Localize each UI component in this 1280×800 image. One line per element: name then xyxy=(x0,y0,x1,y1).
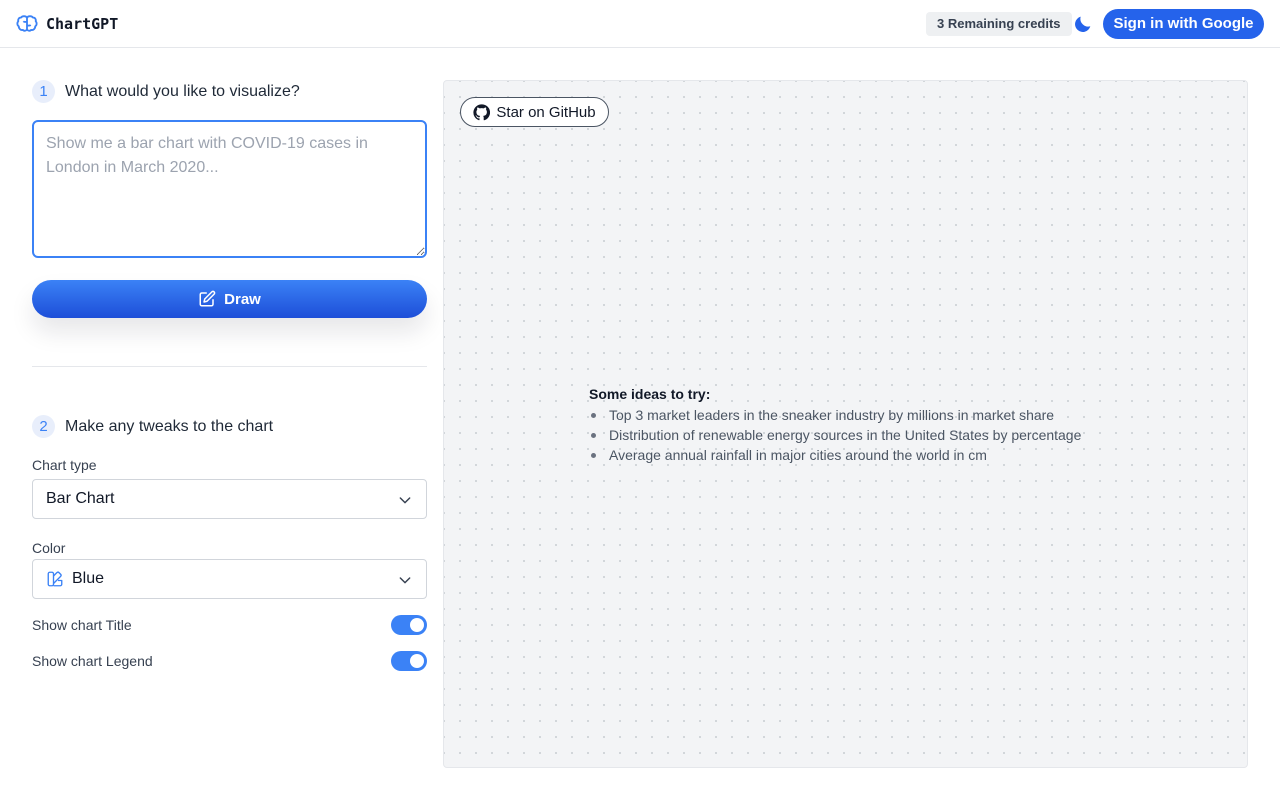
step-title: What would you like to visualize? xyxy=(65,82,300,100)
brain-icon xyxy=(16,13,38,35)
brand[interactable]: ChartGPT xyxy=(16,12,118,36)
brand-name: ChartGPT xyxy=(46,15,119,33)
prompt-input[interactable] xyxy=(32,120,427,258)
github-icon xyxy=(473,103,491,121)
chart-type-select[interactable]: Bar Chart xyxy=(32,479,427,519)
toggle-knob xyxy=(410,654,424,668)
top-bar: ChartGPT 3 Remaining credits Sign in wit… xyxy=(0,0,1280,48)
github-label: Star on GitHub xyxy=(496,103,596,121)
show-title-toggle[interactable] xyxy=(391,615,427,635)
chart-type-value: Bar Chart xyxy=(46,490,115,507)
idea-item[interactable]: Top 3 market leaders in the sneaker indu… xyxy=(589,405,1081,425)
chevron-down-icon xyxy=(397,492,413,508)
step-number: 2 xyxy=(32,415,55,438)
idea-item[interactable]: Average annual rainfall in major cities … xyxy=(589,445,1081,465)
credits-badge: 3 Remaining credits xyxy=(926,12,1072,36)
color-select[interactable]: Blue xyxy=(32,559,427,599)
palette-icon xyxy=(46,570,64,588)
toggle-row-title: Show chart Title xyxy=(32,614,427,636)
ideas-section: Some ideas to try: Top 3 market leaders … xyxy=(589,385,1081,465)
star-on-github-button[interactable]: Star on GitHub xyxy=(460,97,609,127)
draw-button[interactable]: Draw xyxy=(32,280,427,318)
toggle-label: Show chart Title xyxy=(32,617,132,633)
sign-in-google-button[interactable]: Sign in with Google xyxy=(1103,9,1264,39)
section-divider xyxy=(32,366,427,367)
ideas-list: Top 3 market leaders in the sneaker indu… xyxy=(589,405,1081,465)
toggle-label: Show chart Legend xyxy=(32,653,153,669)
step-1-header: 1 What would you like to visualize? xyxy=(32,80,300,103)
step-2-header: 2 Make any tweaks to the chart xyxy=(32,415,273,438)
step-number: 1 xyxy=(32,80,55,103)
pencil-square-icon xyxy=(198,290,216,308)
draw-label: Draw xyxy=(224,290,261,308)
idea-item[interactable]: Distribution of renewable energy sources… xyxy=(589,425,1081,445)
color-value: Blue xyxy=(72,570,105,587)
chevron-down-icon xyxy=(397,572,413,588)
ideas-title: Some ideas to try: xyxy=(589,386,711,402)
show-legend-toggle[interactable] xyxy=(391,651,427,671)
step-title: Make any tweaks to the chart xyxy=(65,417,274,435)
moon-icon[interactable] xyxy=(1072,13,1094,35)
chart-type-label: Chart type xyxy=(32,457,97,473)
toggle-row-legend: Show chart Legend xyxy=(32,650,427,672)
toggle-knob xyxy=(410,618,424,632)
color-label: Color xyxy=(32,540,66,556)
